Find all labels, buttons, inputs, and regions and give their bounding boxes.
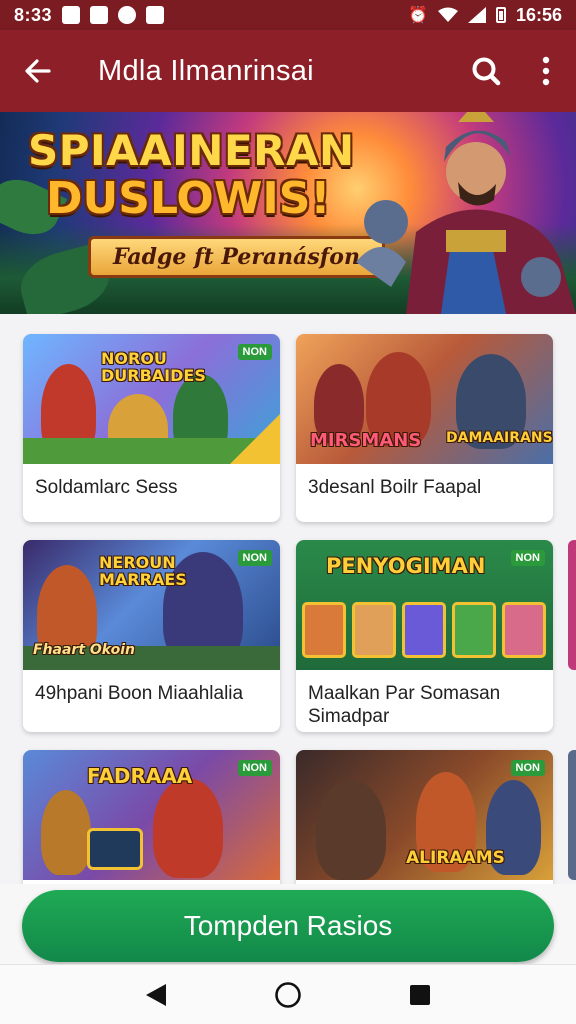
monster-tile xyxy=(402,602,446,658)
shield-icon xyxy=(118,6,137,24)
game-card-label: Soldamlarc Sess xyxy=(35,477,178,498)
app-title: Mdla Ilmanrinsai xyxy=(98,54,314,87)
nav-recents-button[interactable] xyxy=(390,965,450,1024)
card-image-title: ALIRAAMS xyxy=(406,848,505,868)
game-card[interactable]: NOROU DURBAIDES NON Soldamlarc Sess xyxy=(23,334,280,522)
corner-ribbon xyxy=(230,414,280,464)
game-card-label: Maalkan Par Somasan Simadpar xyxy=(308,683,501,727)
game-card[interactable]: FADRAAA NON xyxy=(23,750,280,900)
card-badge: NON xyxy=(510,760,545,776)
card-image-caption: Fhaart Okoin xyxy=(33,642,135,658)
gem-item xyxy=(87,828,143,870)
card-badge: NON xyxy=(237,550,272,566)
monster-tile xyxy=(502,602,546,658)
hero-warrior-illustration xyxy=(356,112,576,314)
hero-figure xyxy=(41,790,91,875)
game-card-image: MIRSMANS DAMAAIRANS xyxy=(296,334,553,464)
game-card-label: 3desanl Boilr Faapal xyxy=(308,477,482,498)
game-card[interactable]: ALIRAAMS NON xyxy=(296,750,553,900)
game-card-image: ALIRAAMS NON xyxy=(296,750,553,880)
more-vertical-icon xyxy=(542,56,550,86)
game-card[interactable]: PENYOGIMAN NON Maalkan Par Somasan Simad… xyxy=(296,540,553,732)
card-image-title: DAMAAIRANS xyxy=(446,430,553,446)
square-recents-icon xyxy=(410,984,430,1005)
status-left: 8:33 xyxy=(14,4,165,26)
card-image-title: NEROUN MARRAES xyxy=(99,553,187,589)
hero-banner[interactable]: SPIAAINERAN DUSLOWIS! Fadge ft Peranásfo… xyxy=(0,112,576,314)
card-image-title: NOROU DURBAIDES xyxy=(101,349,206,385)
hero-figure xyxy=(316,780,386,880)
status-bar: 8:33 ⏰ 16:56 xyxy=(0,0,576,30)
game-card-image: FADRAAA NON xyxy=(23,750,280,880)
app-screen: 8:33 ⏰ 16:56 Mdla Ilmanrinsai SPIAAINERA… xyxy=(0,0,576,1024)
game-card-image: NEROUN MARRAES Fhaart Okoin NON xyxy=(23,540,280,670)
nav-home-button[interactable] xyxy=(258,965,318,1024)
hero-figure xyxy=(153,778,223,878)
alarm-icon: ⏰ xyxy=(408,7,428,24)
system-nav-bar xyxy=(0,964,576,1024)
status-clock: 16:56 xyxy=(515,4,562,25)
card-badge: NON xyxy=(510,550,545,566)
game-card-label: 49hpani Boon Miaahlalia xyxy=(35,683,244,704)
wifi-icon xyxy=(437,7,458,22)
hero-subtitle-ribbon: Fadge ft Peranásfon xyxy=(88,236,385,278)
hero-title: SPIAAINERAN DUSLOWIS! xyxy=(28,128,368,224)
game-card[interactable]: MIRSMANS DAMAAIRANS 3desanl Boilr Faapal xyxy=(296,334,553,522)
game-card[interactable]: NEROUN MARRAES Fhaart Okoin NON 49hpani … xyxy=(23,540,280,732)
card-image-title: PENYOGIMAN xyxy=(326,554,486,578)
search-button[interactable] xyxy=(456,30,516,112)
triangle-back-icon xyxy=(146,983,166,1006)
status-right: ⏰ 16:56 xyxy=(408,5,562,26)
monster-tile xyxy=(302,602,346,658)
monster-tile xyxy=(352,602,396,658)
offscreen-card-edge xyxy=(568,750,576,880)
arrow-left-icon xyxy=(25,59,51,83)
notification-icon xyxy=(62,6,81,24)
card-badge: NON xyxy=(237,344,272,360)
more-options-button[interactable] xyxy=(516,30,576,112)
hero-title-line2: DUSLOWIS! xyxy=(46,173,331,224)
monster-tile xyxy=(452,602,496,658)
home-icon xyxy=(146,6,165,24)
search-icon xyxy=(472,57,501,86)
game-card-image: PENYOGIMAN NON xyxy=(296,540,553,670)
card-badge: NON xyxy=(237,760,272,776)
mail-icon xyxy=(90,6,109,24)
status-time: 8:33 xyxy=(14,4,53,25)
hero-title-line1: SPIAAINERAN xyxy=(28,126,355,175)
cta-area: Tompden Rasios xyxy=(0,884,576,964)
circle-home-icon xyxy=(275,981,301,1008)
signal-icon xyxy=(467,7,486,23)
card-image-title: FADRAAA xyxy=(87,764,193,788)
offscreen-card-edge xyxy=(568,540,576,670)
battery-icon xyxy=(495,7,506,23)
back-button[interactable] xyxy=(0,30,76,112)
app-bar: Mdla Ilmanrinsai xyxy=(0,30,576,112)
game-card-image: NOROU DURBAIDES NON xyxy=(23,334,280,464)
primary-action-button[interactable]: Tompden Rasios xyxy=(22,890,554,962)
nav-back-button[interactable] xyxy=(126,965,186,1024)
card-image-title: MIRSMANS xyxy=(310,430,422,451)
